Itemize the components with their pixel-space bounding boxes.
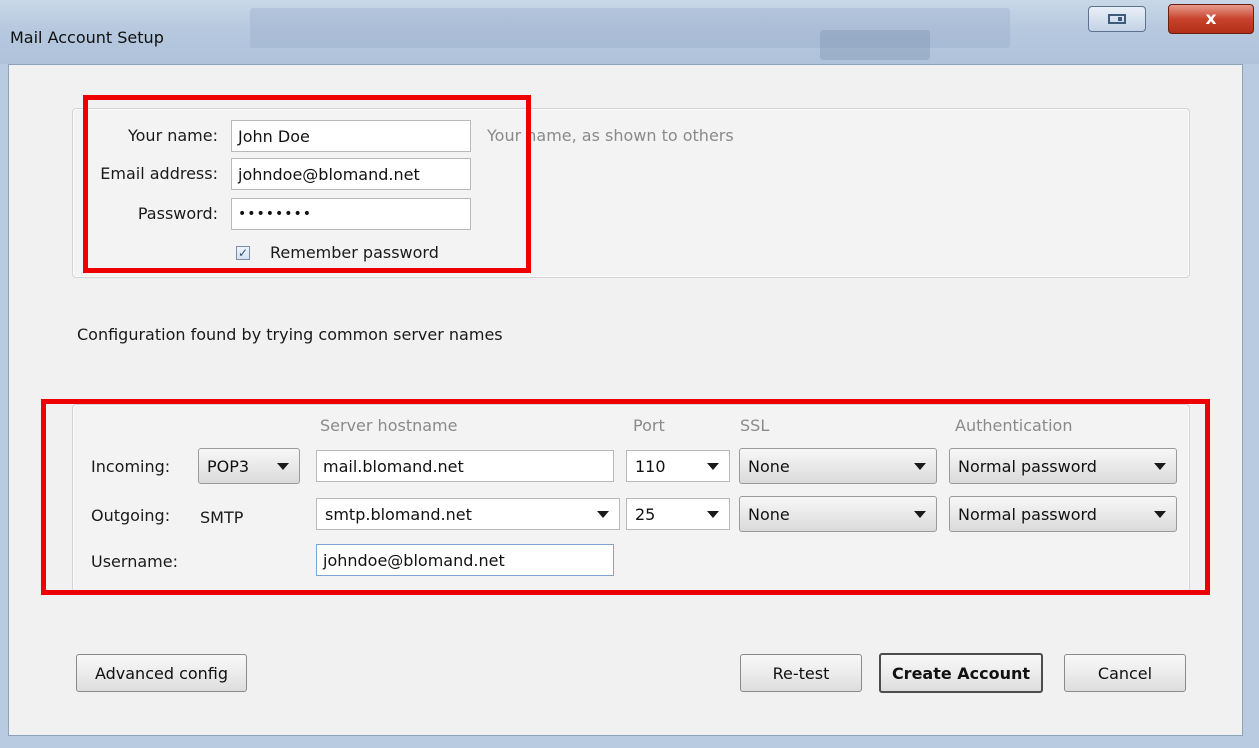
- status-message: Configuration found by trying common ser…: [77, 325, 503, 344]
- window-frame-left: [0, 64, 8, 748]
- window-title: Mail Account Setup: [10, 28, 164, 47]
- close-button[interactable]: x: [1168, 4, 1254, 34]
- cancel-button[interactable]: Cancel: [1064, 654, 1186, 692]
- advanced-config-button[interactable]: Advanced config: [76, 654, 247, 692]
- create-account-button[interactable]: Create Account: [879, 653, 1043, 693]
- window-frame-right: [1243, 64, 1259, 748]
- mail-account-setup-window: Mail Account Setup x Your name: John Doe…: [0, 0, 1259, 748]
- restore-button[interactable]: [1088, 6, 1146, 32]
- highlight-box-identity: [83, 95, 531, 273]
- highlight-box-server-settings: [41, 399, 1210, 595]
- title-bar: Mail Account Setup x: [0, 0, 1259, 65]
- retest-button[interactable]: Re-test: [740, 654, 862, 692]
- background-blur: [820, 30, 930, 60]
- window-frame-bottom: [0, 736, 1259, 748]
- close-icon: x: [1205, 9, 1217, 29]
- restore-window-icon: [1108, 14, 1126, 24]
